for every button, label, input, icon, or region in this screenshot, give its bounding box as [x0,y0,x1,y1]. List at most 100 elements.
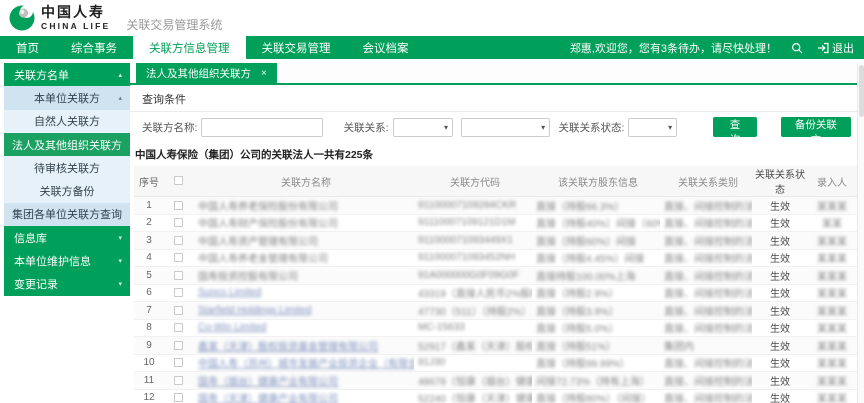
relation-category-cell: 直接、间接控制的法人 [660,302,752,320]
row-checkbox[interactable] [174,323,183,332]
party-name-cell: 中国人寿财产保险股份有限公司 [192,214,414,232]
row-checkbox-cell [164,284,192,302]
search-submit-button[interactable]: 查询 [713,117,757,137]
shareholder-info-cell: 直接（持股66.3%） [532,197,660,215]
party-name-input[interactable] [201,118,323,137]
party-name-text: 鑫某（天津）股权投资基金管理有限公司 [198,342,378,353]
row-checkbox[interactable] [174,271,183,280]
nav-item-meeting-archive[interactable]: 会议档案 [347,36,425,59]
sidebar-item-change-records[interactable]: 变更记录 ▾ [4,273,130,296]
table-row: 9 鑫某（天津）股权投资基金管理有限公司 52917（鑫某（天津）股权） 直接（… [134,337,864,355]
sidebar-item-own-unit-related-party[interactable]: 本单位关联方 ▴ [4,86,130,109]
shareholder-info-text: 直接（持股60%）间接 [536,237,636,248]
entered-by-cell: 某某某 [808,389,856,403]
shareholder-info-text: 直接（持股2.9%） [536,289,619,300]
relation-category-cell: 集团内 [660,337,752,355]
row-checkbox[interactable] [174,341,183,350]
relation-category-cell: 直接、间接控制的法人 [660,354,752,372]
sidebar-item-legal-person-orgs[interactable]: 法人及其他组织关联方 [4,133,130,156]
relation-category-cell: 直接、间接控制的法人 [660,284,752,302]
party-name-cell: 中国人寿资产管理有限公司 [192,232,414,250]
backup-related-party-button[interactable]: 备份关联方 [781,117,851,137]
chevron-down-icon: ▾ [118,280,122,288]
welcome-message: 郑惠,欢迎您，您有3条待办，请尽快处理！ [570,40,777,56]
relation-status-cell: 生效 [752,232,808,250]
tab-legal-person-orgs[interactable]: 法人及其他组织关联方 × [136,63,277,83]
relation-category-text: 直接、间接控制的法人 [664,237,752,248]
party-name-text: Starfield Holdings Limited [198,305,311,316]
sidebar-item-pending-review[interactable]: 待审核关联方 [4,156,130,179]
shareholder-info-cell: 间接72.73%（持有上海） [532,372,660,390]
relation-category-cell: 直接、间接控制的法人 [660,389,752,403]
row-checkbox[interactable] [174,288,183,297]
entered-by-text: 某某某 [817,342,847,353]
brand-text: 中国人寿 CHINA LIFE [41,6,110,31]
row-checkbox[interactable] [174,358,183,367]
row-checkbox[interactable] [174,253,183,262]
entered-by-cell: 某某某 [808,267,856,285]
shareholder-info-cell: 直接（持股80%）（间接） [532,389,660,403]
relation-category-text: 直接、间接控制的法人 [664,289,752,300]
row-checkbox[interactable] [174,393,183,402]
relation-status-cell: 生效 [752,284,808,302]
relation-status-cell: 生效 [752,214,808,232]
party-code-text: 91J30 [418,357,445,368]
shareholder-info-cell: 直接（持股5.0%） [532,319,660,337]
query-section-title: 查询条件 [130,85,863,112]
party-name-label: 关联方名称: [142,120,197,135]
sidebar-item-info-library[interactable]: 信息库 ▾ [4,226,130,249]
col-party-code: 关联方代码 [414,166,532,197]
row-checkbox[interactable] [174,376,183,385]
row-checkbox-cell [164,232,192,250]
entered-by-cell: 某某某 [808,232,856,250]
relation-category-text: 直接、间接控制的法人 [664,324,752,335]
table-row: 10 中国人寿（苏州）城市发展产业投资企业（有限合伙） 91J30 直接（持股9… [134,354,864,372]
scrollbar-thumb[interactable] [859,65,864,117]
party-name-cell: 国寿（烟台）健康产业有限公司 [192,372,414,390]
table-row: 7 Starfield Holdings Limited 47730（511）（… [134,302,864,320]
logout-button[interactable]: 退出 [817,40,854,56]
relation-select[interactable]: ▾ [393,118,453,137]
table-row: 2 中国人寿财产保险股份有限公司 91110007109121D1M 直接（持股… [134,214,864,232]
row-checkbox[interactable] [174,236,183,245]
relation-category-text: 直接、间接控制的法人 [664,254,752,265]
relation-status-cell: 生效 [752,319,808,337]
vertical-scrollbar[interactable] [857,63,864,403]
chevron-up-icon: ▴ [118,94,122,102]
sidebar-item-related-party-list[interactable]: 关联方名单 ▴ [4,63,130,86]
shareholder-info-text: 直接（持股5.0%） [536,324,619,335]
main-navbar: 首页 综合事务 关联方信息管理 关联交易管理 会议档案 郑惠,欢迎您，您有3条待… [0,36,864,59]
shareholder-info-text: 直接（持股80%）（间接） [536,394,651,403]
relation-status-cell: 生效 [752,354,808,372]
close-icon[interactable]: × [261,68,267,79]
nav-item-related-party-info[interactable]: 关联方信息管理 [133,36,246,59]
row-index: 8 [134,319,164,337]
row-checkbox[interactable] [174,201,183,210]
row-checkbox[interactable] [174,306,183,315]
sidebar-item-related-party-backup[interactable]: 关联方备份 [4,179,130,202]
entered-by-cell: 某某某 [808,249,856,267]
sidebar-item-natural-person[interactable]: 自然人关联方 [4,110,130,133]
nav-item-related-transaction[interactable]: 关联交易管理 [246,36,347,59]
relation-sub-select[interactable]: ▾ [461,118,550,137]
party-name-text: 中国人寿养老保险股份有限公司 [198,202,338,213]
nav-item-general-affairs[interactable]: 综合事务 [55,36,133,59]
sidebar-item-group-units-query[interactable]: 集团各单位关联方查询 [4,203,130,226]
relation-status-select[interactable]: ▾ [628,118,677,137]
relation-category-cell: 直接、间接控制的法人 [660,319,752,337]
nav-item-home[interactable]: 首页 [0,36,55,59]
party-code-cell: 91J30 [414,354,532,372]
table-row: 5 国寿投资控股有限公司 91A000000G0F09G0F 直接持股100.0… [134,267,864,285]
row-checkbox-cell [164,249,192,267]
sidebar-item-own-unit-maintenance[interactable]: 本单位维护信息 ▾ [4,249,130,272]
search-button[interactable] [791,42,803,54]
row-index: 4 [134,249,164,267]
party-code-text: 91A000000G0F09G0F [418,270,519,281]
party-name-text: 中国人寿资产管理有限公司 [198,237,318,248]
party-code-cell: 91110007109121D1M [414,214,532,232]
row-index: 11 [134,372,164,390]
party-code-text: 47730（511）（持股2%） [418,307,531,318]
row-checkbox[interactable] [174,218,183,227]
shareholder-info-cell: 直接（持股51%） [532,337,660,355]
select-all-checkbox[interactable] [174,176,183,185]
